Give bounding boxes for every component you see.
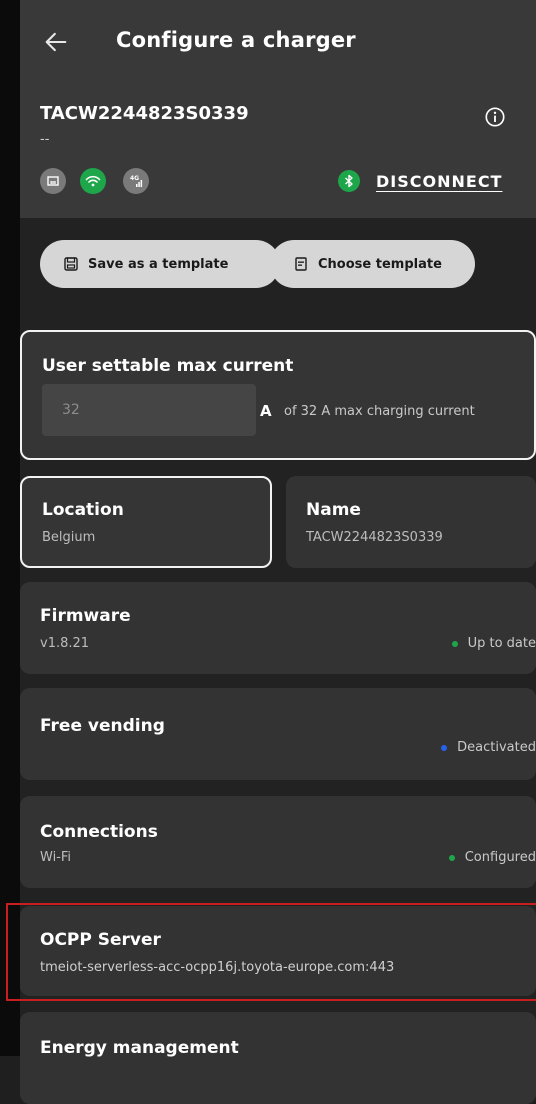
charger-serial: TACW2244823S0339 (40, 103, 249, 124)
max-current-title: User settable max current (42, 356, 294, 376)
page-title: Configure a charger (116, 28, 356, 52)
energy-management-card[interactable]: Energy management (20, 1012, 536, 1104)
status-dot (441, 744, 448, 751)
status-dot (451, 640, 458, 647)
connections-status: Configured (448, 850, 536, 865)
max-current-input[interactable]: 32 (42, 384, 256, 436)
connections-value: Wi-Fi (40, 850, 72, 865)
left-edge (0, 0, 20, 1056)
location-value: Belgium (42, 530, 96, 545)
highlight-frame (6, 903, 536, 1001)
choose-template-label: Choose template (318, 256, 442, 272)
firmware-status: Up to date (451, 636, 536, 651)
info-icon[interactable] (484, 106, 506, 128)
configure-charger-screen: Configure a charger TACW2244823S0339 -- (6, 0, 536, 1104)
location-card[interactable]: Location Belgium (20, 476, 272, 568)
location-title: Location (42, 500, 124, 520)
save-as-template-button[interactable]: Save as a template (40, 240, 280, 288)
firmware-card[interactable]: Firmware v1.8.21 Up to date (20, 582, 536, 674)
disconnect-link[interactable]: DISCONNECT (376, 172, 502, 191)
firmware-status-label: Up to date (467, 636, 536, 651)
name-title: Name (306, 500, 361, 520)
max-current-description: of 32 A max charging current (284, 404, 475, 419)
ethernet-icon (40, 168, 66, 194)
firmware-version: v1.8.21 (40, 636, 90, 651)
energy-management-title: Energy management (40, 1038, 239, 1058)
arrow-left-icon[interactable] (42, 28, 70, 56)
charger-subtitle: -- (40, 132, 50, 147)
bluetooth-icon (338, 170, 360, 192)
connections-card[interactable]: Connections Wi-Fi Configured (20, 796, 536, 888)
free-vending-status: Deactivated (441, 740, 536, 755)
document-icon (295, 257, 307, 271)
status-dot (448, 854, 455, 861)
free-vending-title: Free vending (40, 716, 165, 736)
max-current-card: User settable max current 32 A of 32 A m… (20, 330, 536, 460)
connections-status-label: Configured (464, 850, 536, 865)
free-vending-card[interactable]: Free vending Deactivated (20, 688, 536, 780)
svg-text:4G: 4G (130, 175, 139, 182)
cellular-4g-icon: 4G (123, 168, 149, 194)
save-icon (64, 257, 78, 271)
wifi-icon (80, 168, 106, 194)
charger-header: Configure a charger TACW2244823S0339 -- (20, 0, 536, 218)
free-vending-status-label: Deactivated (457, 740, 536, 755)
connections-title: Connections (40, 822, 158, 842)
firmware-title: Firmware (40, 606, 131, 626)
name-value: TACW2244823S0339 (306, 530, 443, 545)
save-as-template-label: Save as a template (88, 256, 229, 272)
max-current-unit: A (260, 402, 272, 420)
name-card[interactable]: Name TACW2244823S0339 (286, 476, 536, 568)
choose-template-button[interactable]: Choose template (270, 240, 475, 288)
